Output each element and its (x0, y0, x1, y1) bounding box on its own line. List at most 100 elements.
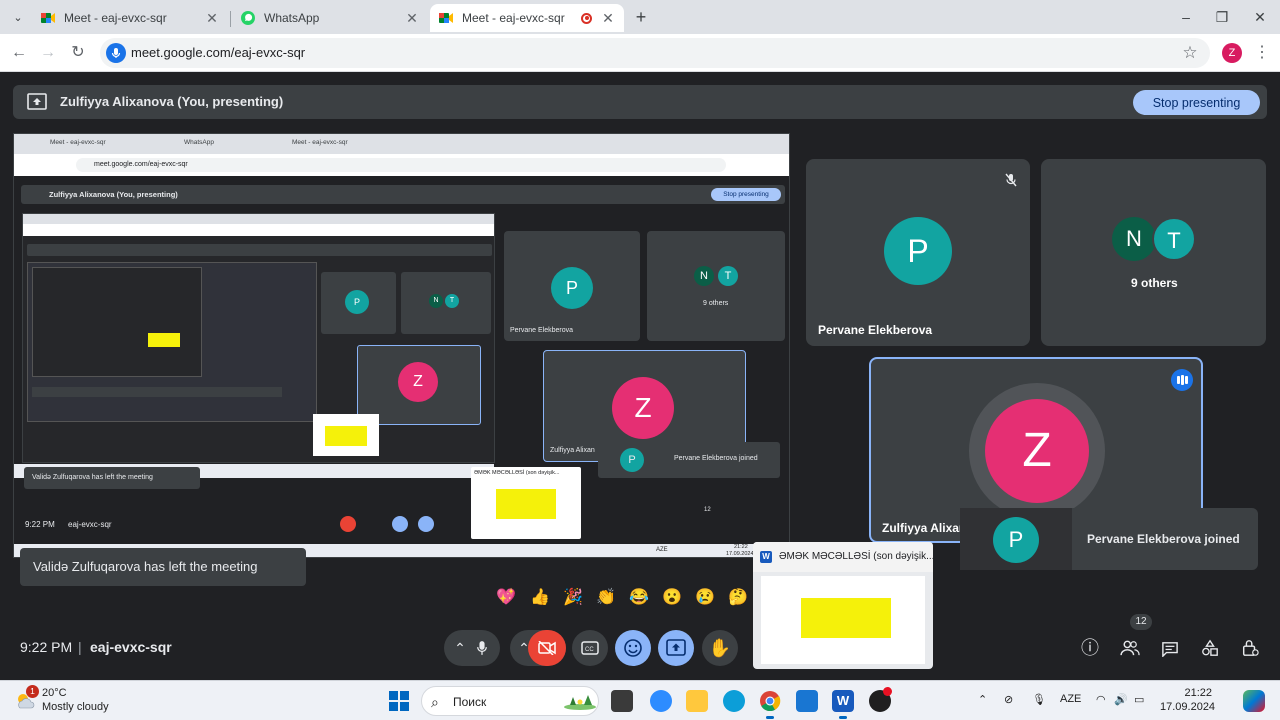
shared-os-language: AZE (656, 547, 668, 553)
svg-text:CC: CC (585, 647, 594, 653)
shared-tab: Meet - eaj-evxc-sqr (50, 139, 106, 146)
reaction-thinking[interactable]: 🤔 (725, 585, 751, 611)
meet-icon (41, 13, 55, 23)
bookmark-star-icon[interactable]: ☆ (1180, 43, 1200, 63)
weather-badge: 1 (26, 685, 39, 698)
back-button[interactable]: ← (8, 42, 30, 64)
avatar-initial: N (1126, 226, 1142, 251)
nested-presenting-banner (27, 244, 492, 256)
stop-presenting-button[interactable]: Stop presenting (1133, 90, 1260, 115)
battery-icon[interactable]: ▭ (1134, 693, 1144, 706)
raise-hand-icon: ✋ (708, 638, 732, 658)
chevron-up-icon[interactable]: ⌃ (450, 630, 470, 666)
search-highlight-art (564, 695, 596, 710)
copilot-icon[interactable] (1243, 690, 1265, 712)
camera-off-button[interactable] (528, 630, 566, 666)
captions-button[interactable]: CC (572, 630, 608, 666)
forward-button[interactable]: → (37, 42, 59, 64)
people-icon[interactable] (1118, 636, 1142, 660)
tab-title: WhatsApp (264, 11, 320, 25)
left-meeting-toast: Validə Zulfuqarova has left the meeting (20, 548, 306, 586)
reaction-heart[interactable]: 💖 (493, 585, 519, 611)
nested-avatar: Z (398, 362, 438, 402)
file-explorer-icon[interactable] (686, 690, 708, 712)
close-window-button[interactable]: ✕ (1246, 6, 1274, 28)
others-label: 9 others (1131, 276, 1178, 290)
reaction-laugh[interactable]: 😂 (626, 585, 652, 611)
participant-avatar-t: T (1152, 217, 1196, 261)
shared-tile-others: N T 9 others (647, 231, 785, 341)
app-with-notification-icon[interactable] (869, 687, 892, 712)
tab-whatsapp[interactable]: WhatsApp ✕ (232, 4, 428, 32)
shared-avatar: Z (612, 377, 674, 439)
reaction-thumbs-up[interactable]: 👍 (527, 585, 553, 611)
reaction-party[interactable]: 🎉 (560, 585, 586, 611)
show-hidden-icons[interactable]: ⌃ (978, 693, 987, 706)
shared-url: meet.google.com/eaj-evxc-sqr (76, 158, 726, 172)
shared-presenting-banner: Zulfiyya Alixanova (You, presenting) Sto… (21, 185, 785, 204)
tab-meet-active[interactable]: Meet - eaj-evxc-sqr ✕ (430, 4, 624, 32)
captions-icon: CC (581, 641, 599, 655)
info-icon[interactable]: ⓘ (1078, 636, 1102, 660)
mic-control[interactable]: ⌃ (444, 630, 500, 666)
participant-avatar-n: N (1112, 217, 1156, 261)
chrome-browser-icon[interactable] (759, 690, 781, 719)
nested-avatar: N (429, 294, 443, 308)
address-bar[interactable]: meet.google.com/eaj-evxc-sqr (100, 38, 1210, 68)
reactions-bar: 💖 👍 🎉 👏 😂 😮 😢 🤔 (490, 580, 750, 616)
notification-dot (883, 687, 892, 696)
presenting-text: Zulfiyya Alixanova (You, presenting) (60, 94, 284, 109)
reaction-sad[interactable]: 😢 (692, 585, 718, 611)
reaction-clap[interactable]: 👏 (593, 585, 619, 611)
word-icon[interactable]: W (832, 690, 854, 719)
task-view-icon[interactable] (611, 690, 633, 712)
shared-tile-others-label: 9 others (703, 300, 729, 307)
minimize-button[interactable]: – (1172, 6, 1200, 28)
participant-avatar: P (884, 217, 952, 285)
shared-stop-button: Stop presenting (711, 188, 781, 201)
tab-search-button[interactable]: ⌄ (8, 8, 28, 28)
profile-avatar[interactable]: Z (1222, 43, 1242, 63)
tab-title: Meet - eaj-evxc-sqr (462, 11, 565, 25)
new-tab-button[interactable]: + (630, 6, 652, 28)
participant-avatar: Z (985, 399, 1089, 503)
emoji-button[interactable] (615, 630, 651, 666)
shared-bottom-bar: 9:22 PM eaj-evxc-sqr 12 (14, 507, 789, 540)
host-controls-icon[interactable] (1238, 636, 1262, 660)
participant-joined-notification: P Pervane Elekberova joined (960, 508, 1258, 570)
close-icon[interactable]: ✕ (404, 10, 420, 27)
close-icon[interactable]: ✕ (204, 10, 220, 27)
volume-icon[interactable]: 🔊 (1114, 693, 1128, 706)
store-app-icon[interactable] (796, 690, 818, 712)
reload-button[interactable]: ↻ (67, 42, 89, 64)
reaction-surprised[interactable]: 😮 (659, 585, 685, 611)
windows-start-icon[interactable] (389, 691, 409, 711)
zoom-app-icon[interactable] (650, 690, 672, 712)
edge-browser-icon[interactable] (723, 690, 745, 712)
preview-header: W ƏMƏK MƏCƏLLƏSİ (son dəyişik... (753, 542, 933, 572)
participant-tile-pervane[interactable]: P Pervane Elekberova (806, 159, 1030, 346)
microphone-tray-icon[interactable]: 🎙 (1032, 693, 1046, 706)
shared-clock: 9:22 PM (25, 520, 55, 529)
chat-icon[interactable] (1158, 636, 1182, 660)
site-info-icon[interactable] (106, 43, 126, 63)
wifi-icon[interactable]: ◠ (1096, 693, 1106, 706)
participant-tile-others[interactable]: N T 9 others (1041, 159, 1266, 346)
browser-menu-icon[interactable]: ⋮ (1254, 43, 1270, 63)
raise-hand-button[interactable]: ✋ (702, 630, 738, 666)
maximize-button[interactable]: ❐ (1208, 6, 1236, 28)
avatar-initial: T (1167, 228, 1181, 253)
taskbar-search-box[interactable]: ⌕ Поиск (421, 686, 599, 716)
mic-icon[interactable] (470, 630, 494, 666)
clock-separator: | (78, 639, 82, 655)
close-icon[interactable]: ✕ (600, 10, 616, 27)
present-button[interactable] (658, 630, 694, 666)
language-indicator[interactable]: AZE (1060, 693, 1081, 705)
shared-people-count: 12 (704, 507, 711, 513)
taskbar-date[interactable]: 17.09.2024 (1160, 701, 1215, 713)
taskbar-time[interactable]: 21:22 (1160, 687, 1212, 699)
activities-icon[interactable] (1198, 636, 1222, 660)
network-status-icon[interactable]: ⊘ (1004, 693, 1013, 706)
tab-meet-1[interactable]: Meet - eaj-evxc-sqr ✕ (32, 4, 228, 32)
meet-window: Zulfiyya Alixanova (You, presenting) Sto… (0, 72, 1280, 680)
